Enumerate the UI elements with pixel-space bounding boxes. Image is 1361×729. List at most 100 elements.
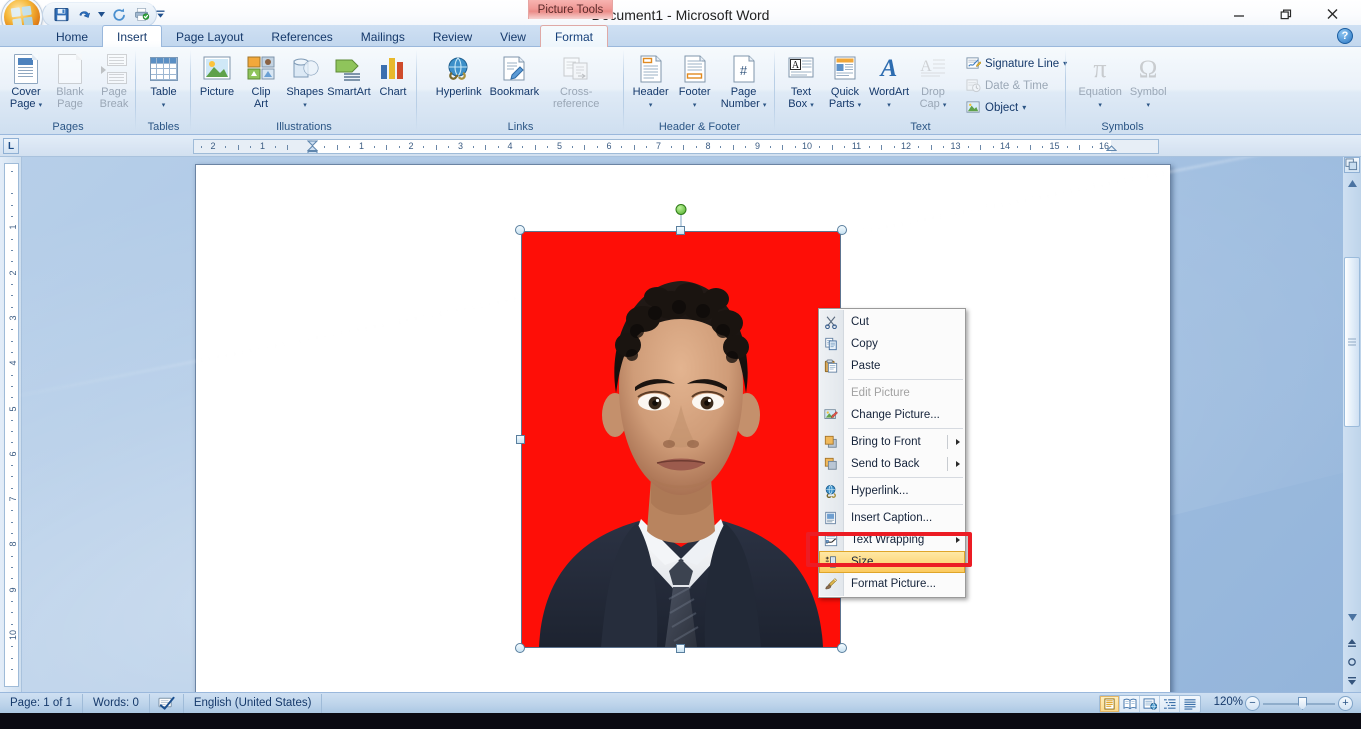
- tab-stop-selector[interactable]: L: [3, 138, 19, 154]
- context-menu-item-insert-caption[interactable]: Insert Caption...: [819, 507, 965, 529]
- vertical-scroll-thumb[interactable]: [1344, 257, 1360, 427]
- tab-format[interactable]: Format: [539, 25, 608, 47]
- tab-references[interactable]: References: [257, 26, 346, 47]
- drop-cap-button[interactable]: A Drop Cap ▾: [911, 51, 955, 112]
- tab-review[interactable]: Review: [419, 26, 486, 47]
- view-outline-button[interactable]: [1160, 696, 1180, 712]
- undo-button[interactable]: [74, 5, 94, 25]
- hyperlink-button[interactable]: Hyperlink: [432, 51, 486, 101]
- resize-handle-top-center[interactable]: [676, 226, 685, 235]
- inserted-photo[interactable]: [521, 231, 841, 648]
- select-browse-object-button[interactable]: [1344, 157, 1360, 173]
- resize-handle-bottom-right[interactable]: [837, 643, 847, 653]
- bookmark-button[interactable]: Bookmark: [486, 51, 544, 101]
- minimize-button[interactable]: [1216, 2, 1261, 26]
- ruler-number: 10: [801, 141, 813, 151]
- vertical-scrollbar[interactable]: [1343, 157, 1361, 703]
- page-break-button[interactable]: Page Break: [92, 51, 136, 112]
- next-page-button[interactable]: [1344, 673, 1360, 689]
- ribbon-group-pages-label: Pages: [52, 120, 84, 133]
- zoom-slider-thumb[interactable]: [1298, 697, 1307, 710]
- zoom-out-button[interactable]: −: [1245, 696, 1260, 711]
- context-menu-item-bring-to-front[interactable]: Bring to Front: [819, 431, 965, 453]
- close-button[interactable]: [1310, 2, 1355, 26]
- signature-line-button[interactable]: Signature Line ▾: [961, 53, 1071, 74]
- picture-button[interactable]: Picture: [195, 51, 239, 101]
- ruler-tick: [633, 144, 635, 150]
- cover-page-button[interactable]: Cover Page ▾: [4, 51, 48, 112]
- blank-page-button[interactable]: Blank Page: [48, 51, 92, 112]
- context-menu-item-copy[interactable]: Copy: [819, 333, 965, 355]
- context-menu-item-text-wrapping[interactable]: Text Wrapping: [819, 529, 965, 551]
- vertical-ruler[interactable]: 1 2 3 4 5 6 7 8 9 10: [4, 163, 19, 687]
- status-word-count[interactable]: Words: 0: [83, 693, 150, 713]
- resize-handle-bottom-left[interactable]: [515, 643, 525, 653]
- context-menu-item-paste[interactable]: Paste: [819, 355, 965, 377]
- tab-view[interactable]: View: [486, 26, 540, 47]
- help-button[interactable]: ?: [1337, 28, 1353, 44]
- scroll-up-button[interactable]: [1344, 175, 1360, 191]
- redo-button[interactable]: [109, 5, 129, 25]
- cross-reference-button[interactable]: Cross-reference: [543, 51, 609, 112]
- zoom-in-button[interactable]: +: [1338, 696, 1353, 711]
- resize-handle-top-right[interactable]: [837, 225, 847, 235]
- context-menu-item-size[interactable]: Size...: [819, 551, 965, 573]
- view-full-screen-reading-button[interactable]: [1120, 696, 1140, 712]
- undo-dropdown-icon[interactable]: [97, 5, 106, 25]
- clip-art-button[interactable]: Clip Art: [239, 51, 283, 112]
- tab-insert[interactable]: Insert: [102, 25, 163, 47]
- restore-button[interactable]: [1263, 2, 1308, 26]
- ruler-tick: [11, 646, 13, 648]
- ruler-number: 5: [7, 405, 18, 412]
- smartart-button[interactable]: SmartArt: [327, 51, 371, 101]
- ruler-tick: [423, 146, 425, 148]
- rotation-handle[interactable]: [675, 204, 687, 215]
- customize-quick-access-toolbar-icon[interactable]: [152, 4, 168, 24]
- context-menu-item-send-to-back[interactable]: Send to Back: [819, 453, 965, 475]
- view-web-layout-button[interactable]: [1140, 696, 1160, 712]
- chart-button[interactable]: Chart: [371, 51, 415, 101]
- context-menu-item-change-picture[interactable]: Change Picture...: [819, 404, 965, 426]
- right-indent-marker[interactable]: [1105, 140, 1118, 153]
- object-button[interactable]: Object ▾: [961, 97, 1071, 118]
- quick-parts-button[interactable]: Quick Parts ▾: [823, 51, 867, 112]
- context-menu-item-hyperlink[interactable]: Hyperlink...: [819, 480, 965, 502]
- status-language[interactable]: English (United States): [184, 693, 323, 713]
- context-menu-item-cut[interactable]: Cut: [819, 311, 965, 333]
- horizontal-ruler[interactable]: 2 1 1 2 3 4 5 6 7 8 9 10 11 12 13 14 15 16: [193, 139, 1159, 154]
- left-indent-marker[interactable]: [306, 140, 318, 153]
- resize-handle-bottom-center[interactable]: [676, 644, 685, 653]
- zoom-level-label[interactable]: 120%: [1214, 696, 1243, 708]
- ruler-tick: [11, 510, 13, 512]
- tab-mailings[interactable]: Mailings: [347, 26, 419, 47]
- page-number-button[interactable]: # Page Number ▾: [717, 51, 771, 112]
- header-button[interactable]: Header ▾: [629, 51, 673, 112]
- context-menu-item-format-picture[interactable]: Format Picture...: [819, 573, 965, 595]
- equation-button[interactable]: π Equation ▾: [1074, 51, 1125, 112]
- resize-handle-middle-left[interactable]: [516, 435, 525, 444]
- ruler-tick: [472, 146, 474, 148]
- table-button[interactable]: Table ▾: [142, 51, 186, 112]
- ruler-number: 15: [1049, 141, 1060, 151]
- view-print-layout-button[interactable]: [1100, 696, 1120, 712]
- resize-handle-top-left[interactable]: [515, 225, 525, 235]
- footer-button[interactable]: Footer ▾: [673, 51, 717, 112]
- view-buttons: [1099, 695, 1201, 713]
- tab-home[interactable]: Home: [42, 26, 102, 47]
- print-preview-button[interactable]: [132, 5, 152, 25]
- date-time-button[interactable]: Date & Time: [961, 75, 1071, 96]
- select-browse-object-small-button[interactable]: [1344, 654, 1360, 670]
- previous-page-button[interactable]: [1344, 635, 1360, 651]
- scroll-down-button[interactable]: [1344, 609, 1360, 625]
- symbol-button[interactable]: Ω Symbol ▾: [1126, 51, 1171, 112]
- status-page-indicator[interactable]: Page: 1 of 1: [0, 693, 84, 713]
- selected-picture[interactable]: [515, 204, 847, 653]
- tab-page-layout[interactable]: Page Layout: [162, 26, 257, 47]
- object-dropdown-icon[interactable]: ▾: [1022, 104, 1026, 112]
- save-button[interactable]: [51, 5, 71, 25]
- text-box-button[interactable]: A Text Box ▾: [779, 51, 823, 112]
- view-draft-button[interactable]: [1180, 696, 1200, 712]
- wordart-button[interactable]: A WordArt ▾: [867, 51, 911, 112]
- status-proofing-status[interactable]: [150, 693, 184, 713]
- shapes-button[interactable]: Shapes ▾: [283, 51, 327, 112]
